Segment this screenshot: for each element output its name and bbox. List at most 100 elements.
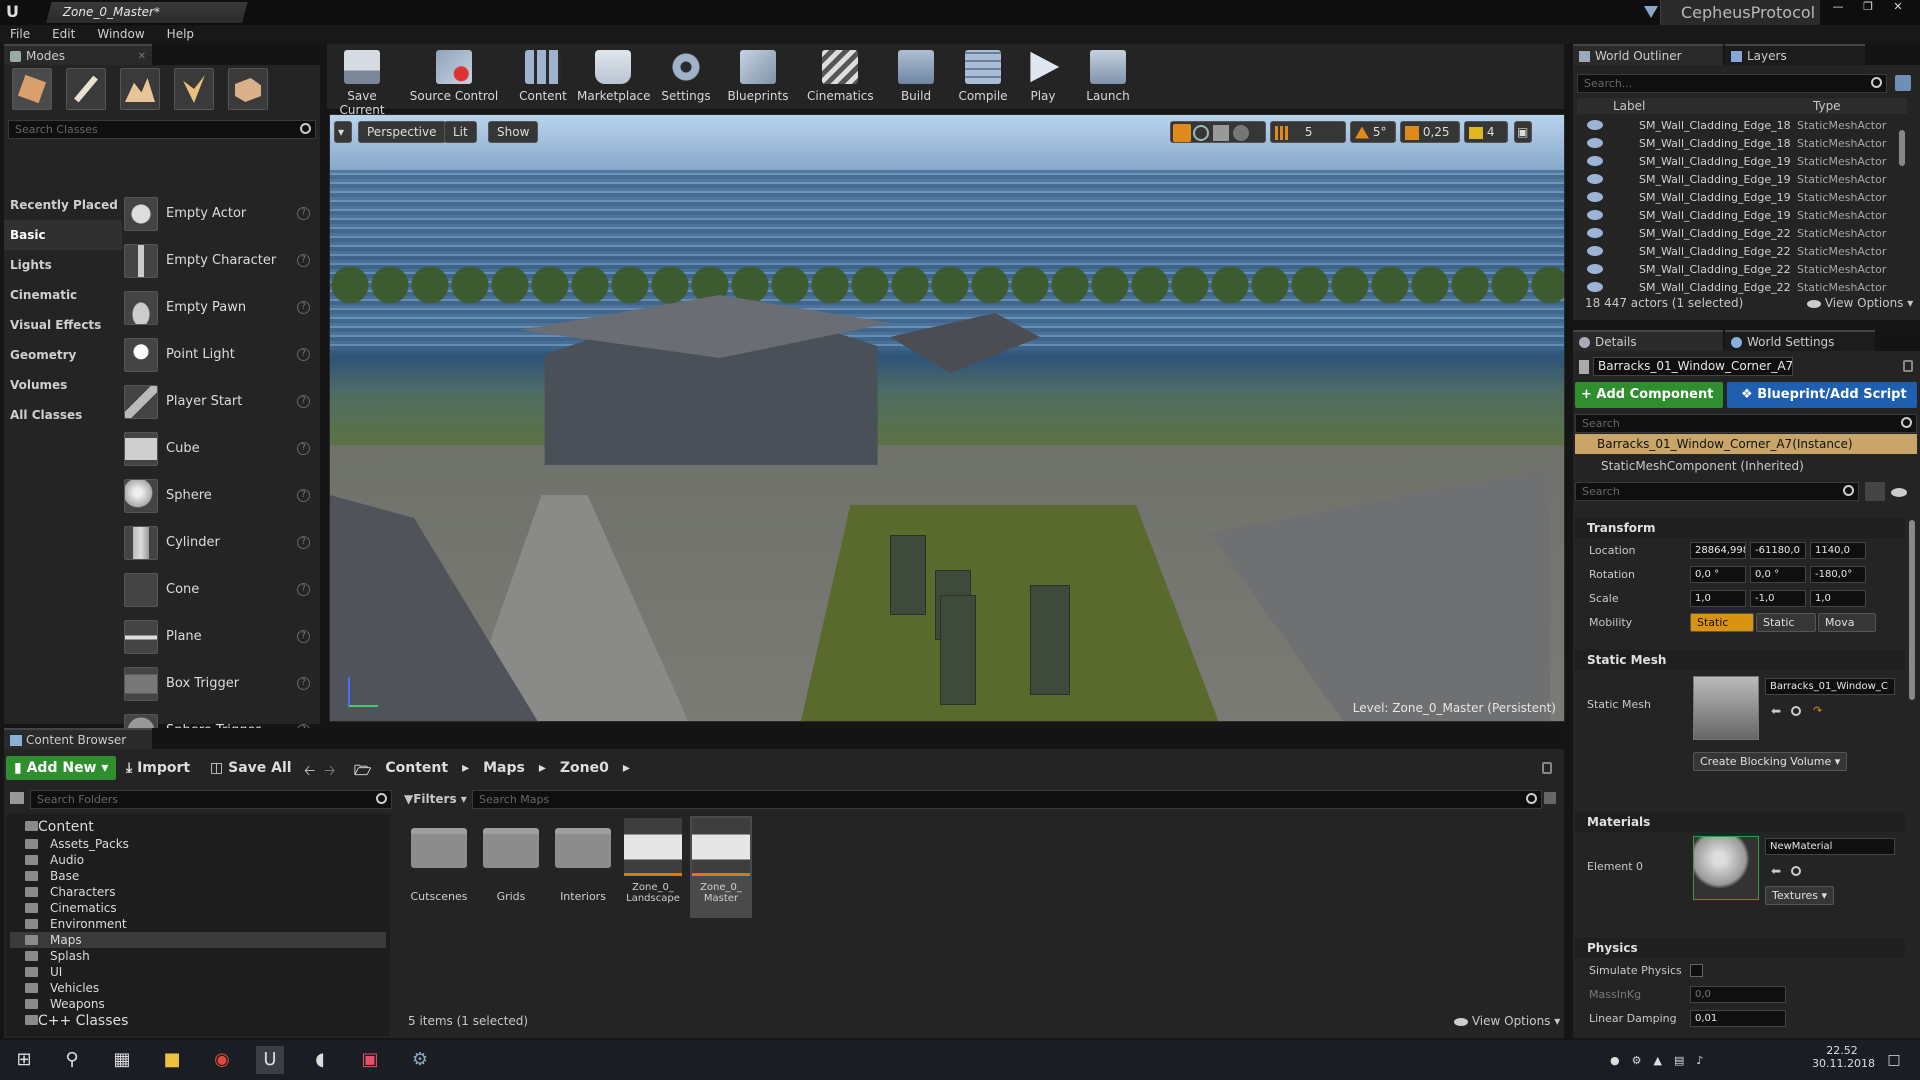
category-cinematic[interactable]: Cinematic: [4, 280, 122, 310]
content-button[interactable]: Content: [517, 48, 569, 108]
forward-icon[interactable]: 🡢: [324, 760, 335, 784]
visibility-eye-icon[interactable]: [1587, 120, 1603, 130]
sources-toggle-icon[interactable]: [10, 792, 24, 804]
column-type[interactable]: Type: [1813, 98, 1841, 114]
static-mesh-combo[interactable]: Barracks_01_Window_C: [1765, 678, 1895, 695]
property-search-input[interactable]: Search: [1575, 482, 1859, 501]
folder-grids[interactable]: Grids: [480, 828, 542, 903]
outliner-row[interactable]: SM_Wall_Cladding_Edge_22 StaticMeshActor: [1577, 260, 1907, 278]
static-mesh-thumbnail[interactable]: [1693, 676, 1759, 740]
landscape-mode-icon[interactable]: [120, 68, 160, 110]
textures-button[interactable]: Textures ▾: [1765, 886, 1835, 905]
tray-steam-icon[interactable]: ⚙: [1632, 1054, 1642, 1068]
scale-label[interactable]: Scale: [1575, 592, 1690, 605]
outliner-row[interactable]: SM_Wall_Cladding_Edge_19 StaticMeshActor: [1577, 170, 1907, 188]
help-icon[interactable]: ?: [297, 442, 310, 455]
search-icon[interactable]: ⚲: [58, 1046, 86, 1074]
build-button[interactable]: Build: [893, 48, 939, 108]
world-outliner-tab[interactable]: World Outliner: [1573, 44, 1723, 65]
visibility-eye-icon[interactable]: [1587, 174, 1603, 184]
save-all-button[interactable]: ◫ Save All: [210, 760, 292, 776]
visibility-eye-icon[interactable]: [1587, 156, 1603, 166]
tree-item[interactable]: Base: [10, 868, 386, 884]
rotation-label[interactable]: Rotation: [1575, 568, 1690, 581]
file-explorer-icon[interactable]: ■: [158, 1046, 186, 1074]
blueprints-button[interactable]: Blueprints: [725, 48, 791, 108]
search-folders-input[interactable]: Search Folders: [30, 790, 392, 809]
details-scrollbar[interactable]: [1909, 520, 1915, 700]
camera-speed[interactable]: 4: [1464, 121, 1508, 143]
add-component-button[interactable]: + Add Component ▾: [1575, 382, 1723, 428]
scale-x[interactable]: 1,0: [1690, 589, 1746, 607]
help-icon[interactable]: ?: [297, 677, 310, 690]
rotation-snap[interactable]: 5°: [1350, 121, 1396, 143]
class-item[interactable]: Empty Character?: [124, 237, 316, 284]
outliner-row[interactable]: SM_Wall_Cladding_Edge_19 StaticMeshActor: [1577, 188, 1907, 206]
outliner-view-options[interactable]: View Options ▾: [1807, 296, 1913, 310]
menu-file[interactable]: File: [10, 25, 30, 44]
location-x[interactable]: 28864,998: [1690, 541, 1746, 559]
cinematics-button[interactable]: Cinematics: [807, 48, 874, 108]
class-item[interactable]: Empty Pawn?: [124, 284, 316, 331]
tree-item[interactable]: Weapons: [10, 996, 386, 1012]
column-label[interactable]: Label: [1613, 98, 1645, 114]
rotate-icon[interactable]: [1193, 124, 1209, 141]
asset-zone-0-landscape[interactable]: Zone_0_ Landscape: [622, 816, 684, 918]
category-geometry[interactable]: Geometry: [4, 340, 122, 370]
transform-section-header[interactable]: Transform: [1575, 518, 1905, 538]
tree-item-selected[interactable]: Maps: [10, 932, 386, 948]
scale-icon[interactable]: [1213, 124, 1229, 141]
find-icon[interactable]: [1791, 706, 1801, 716]
help-icon[interactable]: ?: [297, 254, 310, 267]
category-recently-placed[interactable]: Recently Placed: [4, 190, 122, 220]
perspective-button[interactable]: Perspective: [358, 121, 446, 143]
browse-arrow-icon[interactable]: ⬅: [1771, 704, 1781, 718]
settings-button[interactable]: Settings: [657, 48, 715, 108]
help-icon[interactable]: ?: [297, 583, 310, 596]
visibility-eye-icon[interactable]: [1587, 282, 1603, 292]
help-icon[interactable]: ?: [297, 395, 310, 408]
viewport-options-dropdown[interactable]: ▾: [334, 121, 352, 143]
maximize-viewport-icon[interactable]: ▣: [1514, 121, 1532, 143]
play-button[interactable]: Play: [1021, 48, 1065, 108]
visibility-eye-icon[interactable]: [1587, 228, 1603, 238]
lock-icon[interactable]: [1903, 360, 1913, 372]
property-matrix-icon[interactable]: [1865, 482, 1885, 501]
tree-item[interactable]: Cinematics: [10, 900, 386, 916]
class-item[interactable]: Plane?: [124, 613, 316, 660]
modes-tab[interactable]: Modes ✕: [4, 44, 152, 65]
unreal-engine-icon[interactable]: U: [256, 1046, 284, 1074]
show-button[interactable]: Show: [488, 121, 539, 143]
class-item[interactable]: Box Trigger?: [124, 660, 316, 707]
menu-edit[interactable]: Edit: [52, 25, 75, 44]
category-all-classes[interactable]: All Classes: [4, 400, 122, 430]
scale-z[interactable]: 1,0: [1810, 589, 1866, 607]
class-item[interactable]: Player Start?: [124, 378, 316, 425]
unreal-launcher-icon[interactable]: ◖: [306, 1046, 334, 1074]
category-basic[interactable]: Basic: [4, 220, 122, 250]
save-current-button[interactable]: Save Current: [331, 48, 393, 117]
physics-section-header[interactable]: Physics: [1575, 938, 1905, 958]
foliage-mode-icon[interactable]: [174, 68, 214, 110]
tree-item[interactable]: Audio: [10, 852, 386, 868]
asset-zone-0-master-selected[interactable]: Zone_0_ Master: [690, 816, 752, 918]
tree-item[interactable]: Vehicles: [10, 980, 386, 996]
content-browser-tab[interactable]: Content Browser: [4, 728, 152, 749]
tree-item[interactable]: Splash: [10, 948, 386, 964]
category-volumes[interactable]: Volumes: [4, 370, 122, 400]
calculator-icon[interactable]: ▦: [108, 1046, 136, 1074]
tray-gamepad-icon[interactable]: ▲: [1653, 1054, 1661, 1068]
chrome-icon[interactable]: ◉: [208, 1046, 236, 1074]
details-tab[interactable]: Details: [1573, 330, 1723, 351]
class-item[interactable]: Empty Actor?: [124, 190, 316, 237]
lit-button[interactable]: Lit: [444, 121, 477, 143]
help-icon[interactable]: ?: [297, 630, 310, 643]
simulate-physics-checkbox[interactable]: [1690, 963, 1703, 977]
minimize-icon[interactable]: —: [1826, 0, 1850, 14]
location-z[interactable]: 1140,0: [1810, 541, 1866, 559]
mass-field[interactable]: 0,0: [1690, 985, 1786, 1003]
scale-y[interactable]: -1,0: [1750, 589, 1806, 607]
component-search-input[interactable]: Search: [1575, 414, 1917, 433]
windows-start-icon[interactable]: ⊞: [10, 1046, 38, 1074]
world-settings-tab[interactable]: World Settings: [1725, 330, 1875, 351]
